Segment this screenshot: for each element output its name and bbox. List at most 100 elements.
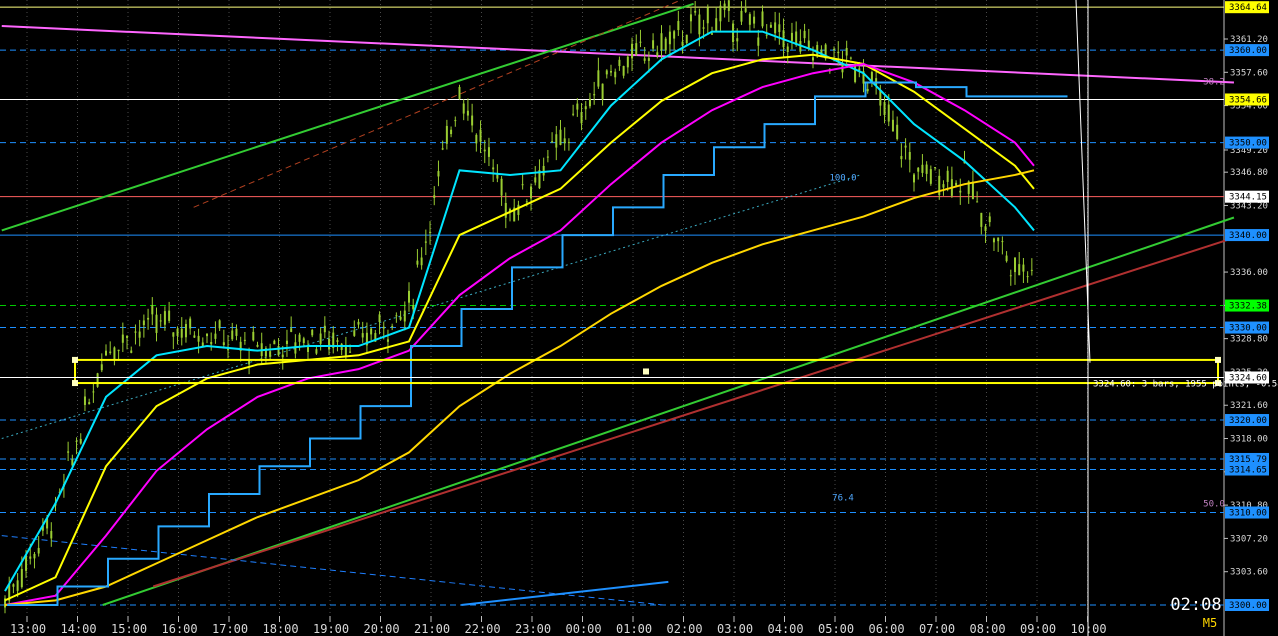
candle-body (643, 58, 646, 61)
rectangle-handle (1215, 356, 1221, 363)
candle-body (1026, 276, 1029, 278)
candle-body (391, 326, 394, 328)
price-label: 3320.00 (1229, 416, 1267, 426)
candle-body (386, 339, 389, 342)
candle-body (37, 547, 40, 554)
candle-body (584, 106, 587, 110)
x-tick-label: 10:00 (1071, 622, 1107, 636)
candle-body (812, 57, 814, 61)
price-label: 3344.15 (1229, 193, 1267, 203)
candle-body (29, 556, 32, 559)
candle-body (790, 32, 793, 41)
candle-body (382, 326, 385, 329)
candle-body (647, 58, 650, 61)
candle-body (997, 237, 1000, 242)
candle-body (719, 5, 722, 22)
candle-body (681, 41, 684, 46)
candle-body (349, 351, 352, 353)
timeframe-label: M5 (1203, 616, 1217, 630)
candle-body (934, 167, 937, 169)
candle-body (378, 314, 381, 322)
candle-body (530, 186, 533, 199)
fibo-label: 100.0 (829, 174, 856, 184)
candle-body (235, 328, 238, 336)
candle-body (206, 333, 208, 337)
candle-body (176, 328, 179, 336)
candle-body (1030, 269, 1033, 271)
candle-body (816, 45, 819, 56)
candle-body (740, 10, 743, 22)
price-label: 3340.00 (1229, 231, 1267, 241)
candle-body (96, 373, 99, 387)
candle-body (252, 331, 255, 341)
candle-body (904, 145, 907, 148)
candle-body (744, 8, 747, 12)
candle-body (866, 88, 869, 92)
candle-body (732, 23, 735, 42)
candle-body (593, 94, 596, 96)
x-tick-label: 05:00 (818, 622, 854, 636)
x-tick-label: 13:00 (10, 622, 46, 636)
candle-body (302, 338, 305, 344)
candle-body (189, 318, 192, 329)
candle-body (500, 178, 503, 196)
candle-body (403, 310, 406, 322)
moving-average-line (4, 30, 1035, 592)
candle-body (601, 83, 604, 100)
candle-body (138, 331, 141, 338)
candle-body (925, 164, 928, 174)
price-label: 3354.66 (1229, 95, 1267, 105)
candle-body (668, 31, 671, 45)
trendlines: 38.2 100.0 76.4 50.0 (1, 0, 1235, 606)
candle-body (12, 584, 15, 587)
candle-body (555, 134, 558, 148)
candle-body (833, 49, 836, 51)
candle-body (942, 184, 945, 188)
price-chart[interactable]: 38.2 100.0 76.4 50.0 3324.60: 3 bars, 1955 … (0, 0, 1278, 636)
candle-body (849, 57, 852, 59)
candle-body (256, 344, 259, 347)
candle-body (976, 201, 979, 203)
candle-body (614, 71, 617, 78)
candle-body (281, 354, 284, 358)
candle-body (631, 43, 634, 59)
x-tick-label: 06:00 (869, 622, 905, 636)
x-tick-label: 04:00 (768, 622, 804, 636)
candle-body (765, 34, 768, 36)
candle-body (761, 11, 764, 27)
red-dashed-trend (193, 0, 683, 208)
candle-body (328, 338, 331, 350)
x-tick-label: 20:00 (364, 622, 400, 636)
x-tick-label: 01:00 (616, 622, 652, 636)
candle-body (180, 328, 183, 338)
candle-body (580, 112, 583, 124)
candle-body (420, 257, 423, 266)
rectangle-handle (72, 380, 78, 387)
candle-body (572, 113, 575, 115)
candle-body (1005, 255, 1008, 262)
candle-body (988, 216, 991, 223)
candles (4, 0, 1033, 614)
price-scale: 3361.203357.603354.003349.203346.803343.… (1224, 1, 1269, 611)
candle-body (504, 202, 507, 218)
candle-body (117, 349, 120, 352)
x-tick-label: 00:00 (566, 622, 602, 636)
candle-body (786, 46, 789, 53)
candle-body (689, 14, 692, 22)
candle-body (546, 156, 549, 158)
candle-body (677, 21, 680, 31)
candle-body (664, 38, 667, 51)
x-tick-label: 09:00 (1020, 622, 1056, 636)
x-tick-label: 15:00 (111, 622, 147, 636)
rectangle-handle (643, 368, 649, 375)
candle-body (567, 142, 570, 144)
candle-body (900, 156, 903, 160)
candle-body (711, 33, 713, 35)
candle-body (879, 90, 882, 106)
candle-body (361, 333, 364, 338)
candle-body (685, 34, 688, 44)
candle-body (576, 103, 579, 110)
x-tick-label: 02:00 (667, 622, 703, 636)
bar-timer: 02:08 (1170, 595, 1221, 615)
candle-body (955, 182, 958, 186)
